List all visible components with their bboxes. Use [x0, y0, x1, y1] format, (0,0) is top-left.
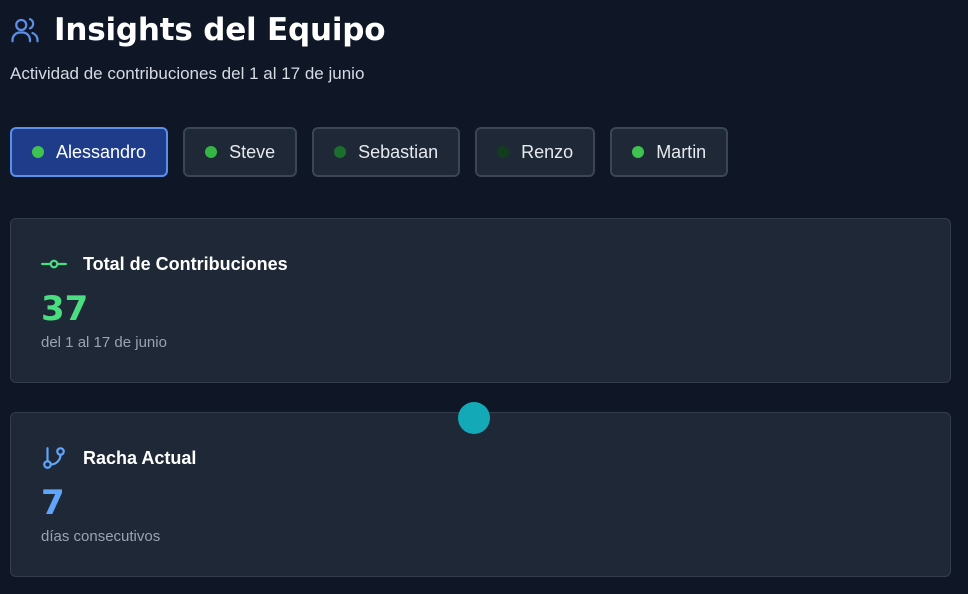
team-insights-page: Insights del Equipo Actividad de contrib… [0, 0, 968, 594]
card-caption: del 1 al 17 de junio [41, 334, 167, 351]
page-header: Insights del Equipo [10, 8, 386, 52]
git-branch-icon [41, 445, 67, 471]
total-contributions-value: 37 [41, 289, 89, 329]
current-streak-card: Racha Actual 7 días consecutivos [10, 412, 951, 577]
member-button-renzo[interactable]: Renzo [475, 127, 596, 177]
member-color-dot [32, 146, 44, 158]
card-header: Racha Actual [41, 445, 196, 471]
member-name: Steve [229, 141, 276, 162]
member-button-steve[interactable]: Steve [183, 127, 298, 177]
card-caption: días consecutivos [41, 528, 161, 545]
current-streak-value: 7 [41, 483, 65, 523]
member-name: Sebastian [358, 141, 439, 162]
card-title: Racha Actual [83, 447, 197, 468]
pointer-indicator [458, 402, 490, 434]
git-commit-icon [41, 251, 67, 277]
card-title: Total de Contribuciones [83, 253, 288, 274]
page-title: Insights del Equipo [54, 12, 386, 48]
member-button-sebastian[interactable]: Sebastian [312, 127, 461, 177]
total-contributions-card: Total de Contribuciones 37 del 1 al 17 d… [10, 218, 951, 383]
member-button-martin[interactable]: Martin [610, 127, 729, 177]
member-name: Martin [656, 141, 707, 162]
users-icon [10, 15, 40, 45]
page-subtitle: Actividad de contribuciones del 1 al 17 … [10, 64, 365, 83]
member-color-dot [334, 146, 347, 158]
member-color-dot [497, 146, 510, 158]
member-name: Alessandro [56, 141, 147, 162]
member-color-dot [205, 146, 218, 158]
card-header: Total de Contribuciones [41, 251, 288, 277]
member-selector: Alessandro Steve Sebastian Renzo Martin [10, 127, 743, 177]
member-name: Renzo [521, 141, 574, 162]
member-button-alessandro[interactable]: Alessandro [10, 127, 169, 177]
member-color-dot [632, 146, 645, 158]
